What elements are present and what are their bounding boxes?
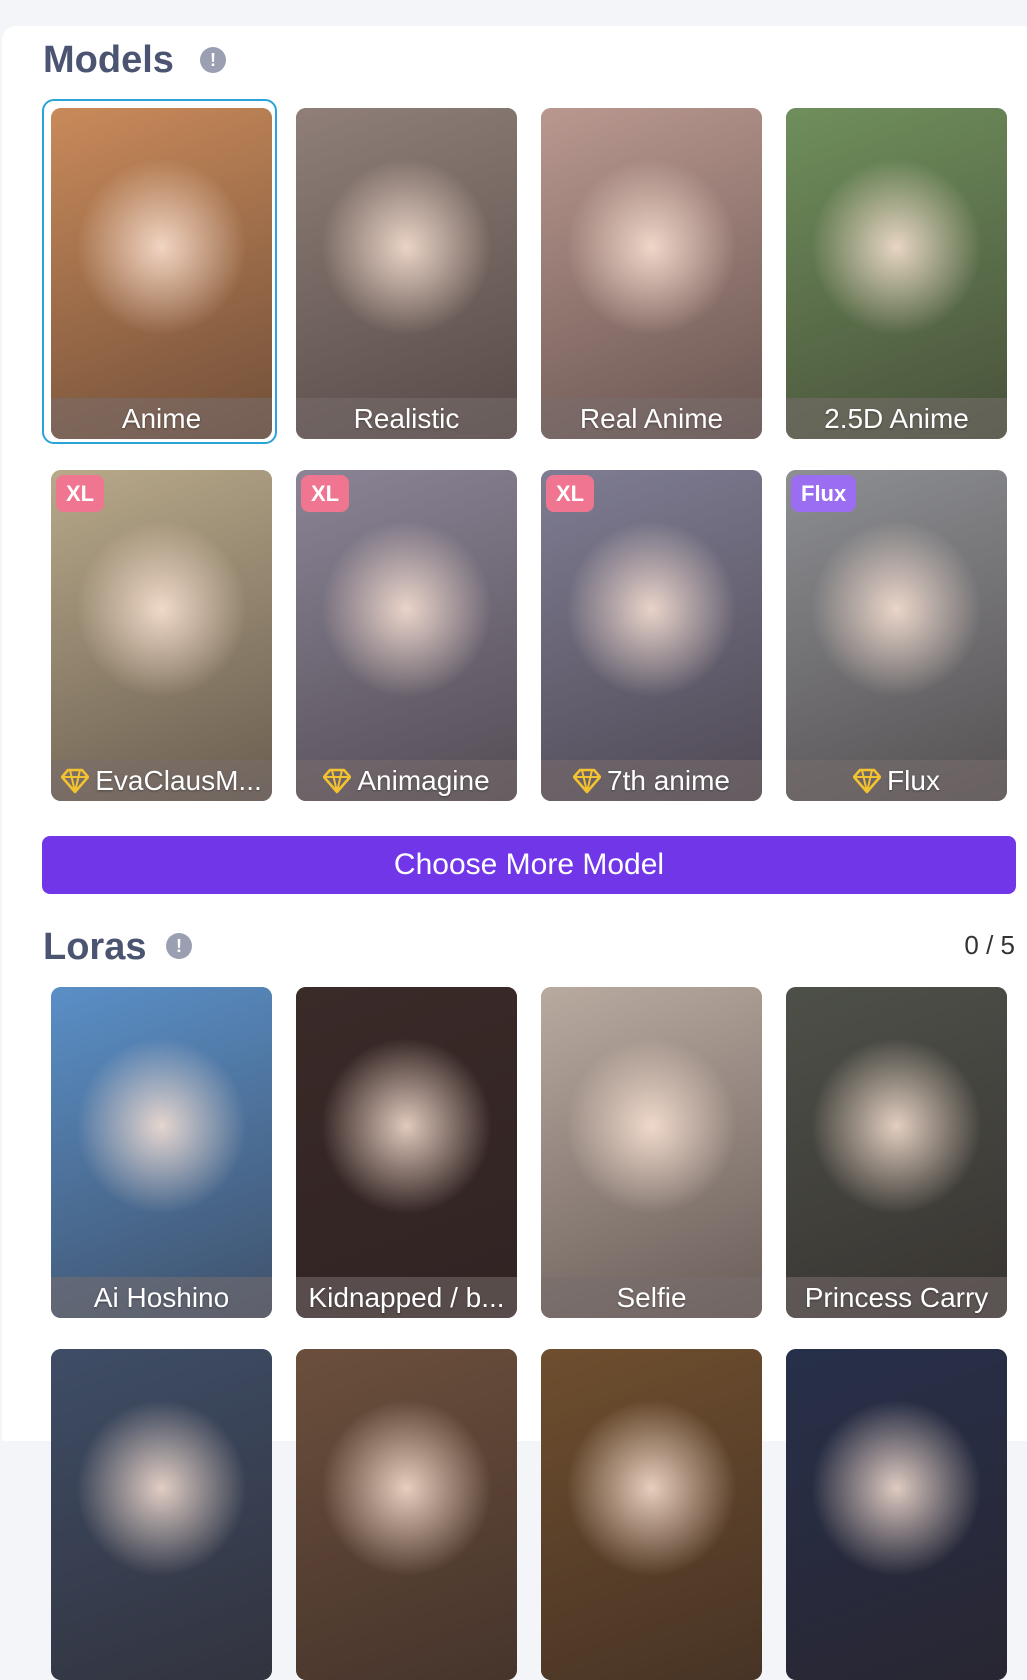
model-label-text: Flux xyxy=(887,765,940,796)
loras-title: Loras xyxy=(43,926,147,968)
lora-preview-image xyxy=(541,987,762,1318)
model-preview-image xyxy=(541,470,762,801)
model-type-badge: XL xyxy=(546,475,595,512)
model-preview-image xyxy=(51,108,272,439)
loras-info-icon[interactable]: ! xyxy=(166,933,192,959)
model-label: 7th anime xyxy=(541,760,762,801)
lora-preview-image xyxy=(51,1349,272,1680)
diamond-premium-icon xyxy=(852,764,882,801)
lora-preview-image xyxy=(296,1349,517,1680)
diamond-premium-icon xyxy=(60,764,90,801)
model-card[interactable]: Realistic xyxy=(296,108,517,439)
model-card[interactable]: Anime xyxy=(51,108,272,439)
lora-preview-image xyxy=(51,987,272,1318)
model-preview-image xyxy=(296,470,517,801)
choose-more-model-button[interactable]: Choose More Model xyxy=(42,836,1016,894)
model-label-text: 7th anime xyxy=(607,765,730,796)
model-preview-image xyxy=(296,108,517,439)
lora-label: Ai Hoshino xyxy=(51,1277,272,1318)
lora-preview-image xyxy=(786,987,1007,1318)
lora-card[interactable]: Kidnapped / b... xyxy=(296,987,517,1318)
model-type-badge: Flux xyxy=(791,475,857,512)
model-label-text: Real Anime xyxy=(579,403,724,434)
lora-label: Princess Carry xyxy=(786,1277,1007,1318)
lora-preview-image xyxy=(786,1349,1007,1680)
models-info-icon[interactable]: ! xyxy=(200,47,226,73)
lora-card[interactable] xyxy=(541,1349,762,1680)
loras-selected-count: 0 / 5 xyxy=(964,930,1015,960)
model-card[interactable]: XL EvaClausM... xyxy=(51,470,272,801)
lora-card[interactable] xyxy=(51,1349,272,1680)
model-card[interactable]: XL Animagine xyxy=(296,470,517,801)
model-type-badge: XL xyxy=(301,475,350,512)
lora-card[interactable] xyxy=(786,1349,1007,1680)
model-preview-image xyxy=(786,108,1007,439)
lora-card[interactable]: Ai Hoshino xyxy=(51,987,272,1318)
model-label-text: Animagine xyxy=(357,765,490,796)
model-preview-image xyxy=(786,470,1007,801)
model-card[interactable]: Flux Flux xyxy=(786,470,1007,801)
diamond-premium-icon xyxy=(323,764,352,801)
lora-preview-image xyxy=(541,1349,762,1680)
model-label-text: EvaClausM... xyxy=(95,765,262,796)
model-type-badge: XL xyxy=(56,475,105,512)
model-label: Animagine xyxy=(296,760,517,801)
lora-card[interactable]: Selfie xyxy=(541,987,762,1318)
model-label-text: 2.5D Anime xyxy=(824,403,969,434)
lora-card[interactable] xyxy=(296,1349,517,1680)
model-label-text: Realistic xyxy=(353,403,460,434)
model-label: Flux xyxy=(786,760,1007,801)
model-label: 2.5D Anime xyxy=(786,398,1007,439)
model-label-text: Anime xyxy=(121,403,202,434)
lora-label: Kidnapped / b... xyxy=(296,1277,517,1318)
diamond-premium-icon xyxy=(572,764,602,801)
lora-preview-image xyxy=(296,987,517,1318)
lora-label-text: Ai Hoshino xyxy=(93,1282,230,1313)
lora-label-text: Princess Carry xyxy=(804,1282,989,1313)
model-label: Anime xyxy=(51,398,272,439)
lora-label-text: Kidnapped / b... xyxy=(308,1282,505,1313)
model-label: Realistic xyxy=(296,398,517,439)
model-card[interactable]: Real Anime xyxy=(541,108,762,439)
model-card[interactable]: XL 7th anime xyxy=(541,470,762,801)
model-label: EvaClausM... xyxy=(51,760,272,801)
model-card[interactable]: 2.5D Anime xyxy=(786,108,1007,439)
model-label: Real Anime xyxy=(541,398,762,439)
lora-card[interactable]: Princess Carry xyxy=(786,987,1007,1318)
model-preview-image xyxy=(51,470,272,801)
lora-label: Selfie xyxy=(541,1277,762,1318)
model-preview-image xyxy=(541,108,762,439)
lora-label-text: Selfie xyxy=(616,1282,687,1313)
models-title: Models xyxy=(43,39,174,81)
